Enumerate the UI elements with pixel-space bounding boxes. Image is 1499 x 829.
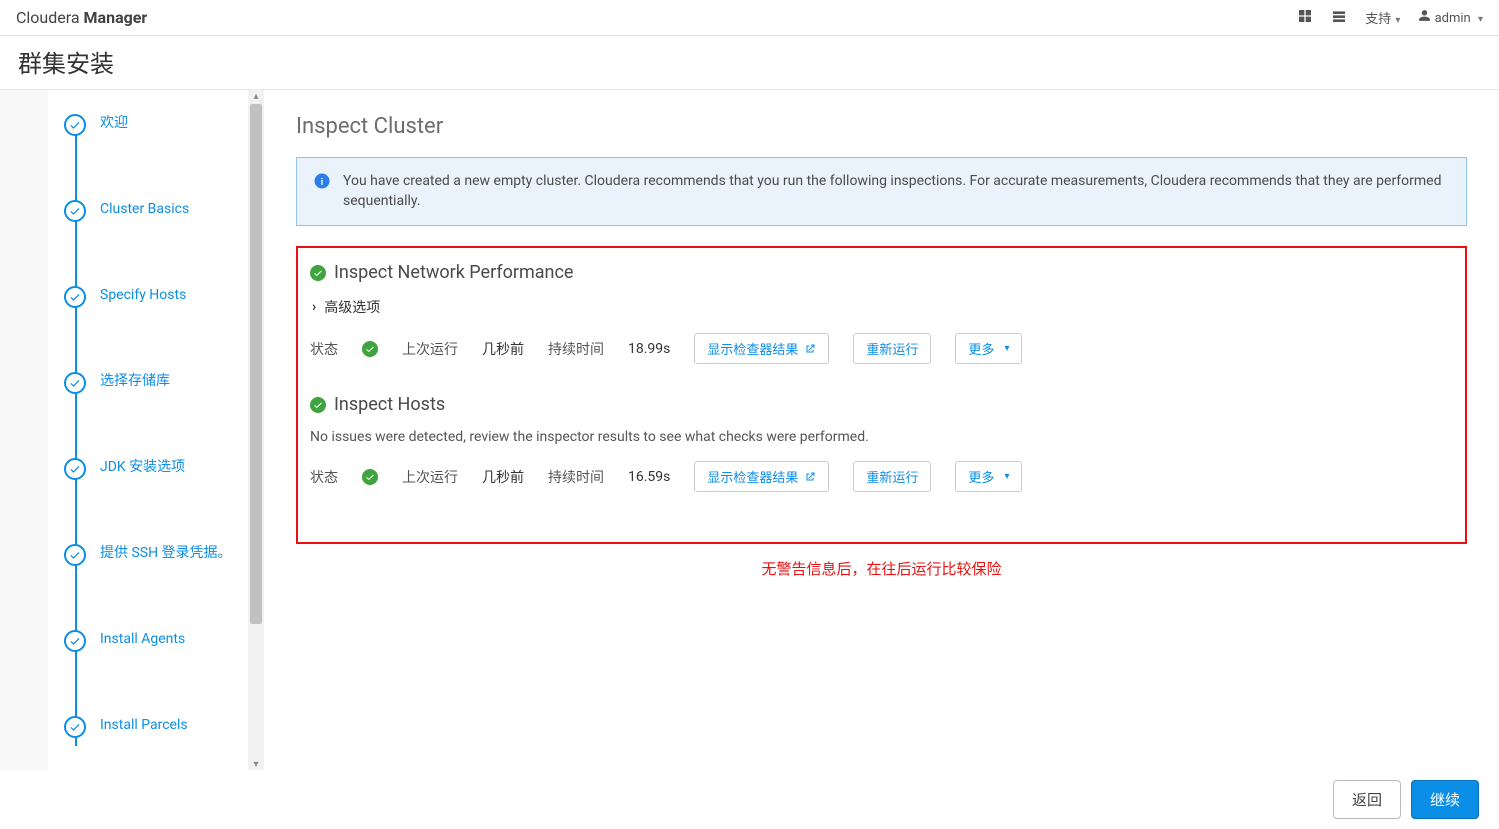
left-gutter [0,90,48,770]
hosts-icon[interactable] [1331,8,1347,28]
duration-label: 持续时间 [548,467,604,487]
footer-bar: 返回 继续 [1313,770,1499,829]
user-icon [1418,9,1431,22]
more-dropdown[interactable]: 更多 [955,461,1022,492]
success-icon [310,265,326,281]
main-panel: 欢迎 Cluster Basics Specify Hosts 选择存储库 JD… [48,90,1499,770]
step-label: Install Agents [100,630,185,648]
wizard-step-jdk[interactable]: JDK 安装选项 [64,458,240,480]
external-link-icon [804,471,816,483]
show-results-label: 显示检查器结果 [707,467,798,486]
brand: Cloudera Manager [16,8,147,27]
info-icon: i [313,172,331,190]
brand-name-1: Cloudera [16,8,80,27]
info-text: You have created a new empty cluster. Cl… [343,172,1450,211]
duration-label: 持续时间 [548,339,604,359]
scrollbar[interactable]: ▴ ▾ [248,90,264,770]
check-icon [64,458,86,480]
show-results-button[interactable]: 显示检查器结果 [694,333,829,364]
check-icon [64,286,86,308]
step-label: JDK 安装选项 [100,458,185,476]
wizard-step-welcome[interactable]: 欢迎 [64,114,240,136]
wizard-step-ssh[interactable]: 提供 SSH 登录凭据。 [64,544,240,566]
duration-value: 16.59s [628,469,670,485]
step-label: Cluster Basics [100,200,189,218]
step-label: Install Parcels [100,716,188,734]
user-dropdown[interactable]: admin [1418,9,1483,26]
inspect-network-header: Inspect Network Performance [310,262,1453,283]
check-icon [64,200,86,222]
wizard-step-cluster-basics[interactable]: Cluster Basics [64,200,240,222]
rerun-button[interactable]: 重新运行 [853,461,931,492]
more-dropdown[interactable]: 更多 [955,333,1022,364]
step-label: 选择存储库 [100,372,170,390]
info-box: i You have created a new empty cluster. … [296,157,1467,226]
duration-value: 18.99s [628,341,670,357]
hosts-status-row: 状态 上次运行 几秒前 持续时间 16.59s 显示检查器结果 重新运行 更多 [310,461,1453,492]
section-title: Inspect Cluster [296,114,1467,139]
last-run-label: 上次运行 [402,339,458,359]
user-label: admin [1435,11,1471,26]
success-icon [362,341,378,357]
chevron-right-icon: › [312,299,316,315]
topbar: Cloudera Manager 支持 admin [0,0,1499,36]
show-results-label: 显示检查器结果 [707,339,798,358]
back-button[interactable]: 返回 [1333,780,1401,819]
status-label: 状态 [310,339,338,359]
wizard-nav: 欢迎 Cluster Basics Specify Hosts 选择存储库 JD… [48,90,248,770]
inspect-network-title: Inspect Network Performance [334,262,573,283]
check-icon [64,630,86,652]
page-header: 群集安装 [0,36,1499,90]
support-dropdown[interactable]: 支持 [1365,8,1400,27]
step-label: 欢迎 [100,114,128,132]
check-icon [64,716,86,738]
inspect-hosts-title: Inspect Hosts [334,394,445,415]
content-wrap: 欢迎 Cluster Basics Specify Hosts 选择存储库 JD… [0,90,1499,770]
advanced-options-toggle[interactable]: › 高级选项 [312,297,1453,317]
scrollbar-thumb[interactable] [250,104,262,624]
step-label: 提供 SSH 登录凭据。 [100,544,232,562]
continue-button[interactable]: 继续 [1411,780,1479,819]
show-results-button[interactable]: 显示检查器结果 [694,461,829,492]
success-icon [362,469,378,485]
network-status-row: 状态 上次运行 几秒前 持续时间 18.99s 显示检查器结果 重新运行 更多 [310,333,1453,364]
scroll-down-icon[interactable]: ▾ [250,758,262,770]
advanced-options-label: 高级选项 [324,297,380,317]
check-icon [64,544,86,566]
wizard-step-repository[interactable]: 选择存储库 [64,372,240,394]
topbar-right: 支持 admin [1297,8,1483,28]
wizard-step-install-agents[interactable]: Install Agents [64,630,240,652]
annotation-note: 无警告信息后，在往后运行比较保险 [296,558,1467,579]
svg-text:i: i [321,178,323,188]
page-title: 群集安装 [18,44,1481,79]
inspect-hosts-header: Inspect Hosts [310,394,1453,415]
inspect-hosts-subtext: No issues were detected, review the insp… [310,429,1453,445]
rerun-button[interactable]: 重新运行 [853,333,931,364]
highlight-box: Inspect Network Performance › 高级选项 状态 上次… [296,246,1467,544]
parcels-icon[interactable] [1297,8,1313,28]
check-icon [64,372,86,394]
external-link-icon [804,343,816,355]
status-label: 状态 [310,467,338,487]
content: Inspect Cluster i You have created a new… [264,90,1499,770]
success-icon [310,397,326,413]
check-icon [64,114,86,136]
brand-name-2: Manager [84,8,148,27]
step-label: Specify Hosts [100,286,186,304]
wizard-step-install-parcels[interactable]: Install Parcels [64,716,240,738]
last-run-value: 几秒前 [482,339,524,359]
last-run-label: 上次运行 [402,467,458,487]
scroll-up-icon[interactable]: ▴ [250,90,262,102]
wizard-step-specify-hosts[interactable]: Specify Hosts [64,286,240,308]
last-run-value: 几秒前 [482,467,524,487]
